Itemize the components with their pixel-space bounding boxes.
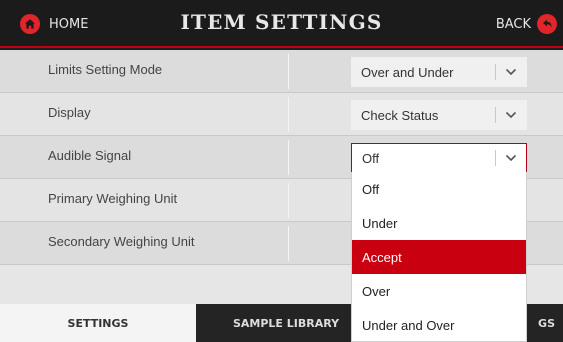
- audible-signal-dropdown: Off Under Accept Over Under and Over: [351, 172, 527, 342]
- dropdown-option-off[interactable]: Off: [352, 172, 526, 206]
- dropdown-option-over[interactable]: Over: [352, 274, 526, 308]
- setting-row-display[interactable]: Display Check Status: [0, 93, 563, 136]
- dropdown-option-under-and-over[interactable]: Under and Over: [352, 308, 526, 342]
- setting-label: Limits Setting Mode: [48, 62, 163, 77]
- setting-label: Display: [48, 105, 91, 120]
- header-bar: HOME ITEM SETTINGS BACK: [0, 0, 563, 48]
- setting-label: Audible Signal: [48, 148, 132, 163]
- display-select[interactable]: Check Status: [351, 100, 527, 130]
- setting-row-limits-mode[interactable]: Limits Setting Mode Over and Under: [0, 50, 563, 93]
- chevron-down-icon: [496, 111, 526, 119]
- row-divider: [288, 140, 289, 175]
- setting-label: Secondary Weighing Unit: [48, 234, 195, 249]
- tab-settings[interactable]: SETTINGS: [0, 304, 196, 342]
- limits-mode-select[interactable]: Over and Under: [351, 57, 527, 87]
- row-divider: [288, 226, 289, 261]
- row-divider: [288, 183, 289, 218]
- tab-sample-library[interactable]: SAMPLE LIBRARY: [196, 304, 376, 342]
- back-button[interactable]: BACK: [496, 12, 557, 36]
- back-label: BACK: [495, 16, 531, 32]
- select-value: Over and Under: [361, 64, 454, 80]
- row-divider: [288, 97, 289, 132]
- chevron-down-icon: [496, 68, 526, 76]
- audible-signal-select[interactable]: Off: [351, 143, 527, 173]
- select-value: Check Status: [361, 107, 439, 123]
- back-arrow-icon: [537, 14, 557, 34]
- row-divider: [288, 54, 289, 89]
- chevron-down-icon: [496, 154, 526, 162]
- select-value: Off: [362, 150, 380, 166]
- page-title: ITEM SETTINGS: [180, 10, 383, 34]
- setting-label: Primary Weighing Unit: [48, 191, 178, 206]
- dropdown-option-accept[interactable]: Accept: [352, 240, 526, 274]
- dropdown-option-under[interactable]: Under: [352, 206, 526, 240]
